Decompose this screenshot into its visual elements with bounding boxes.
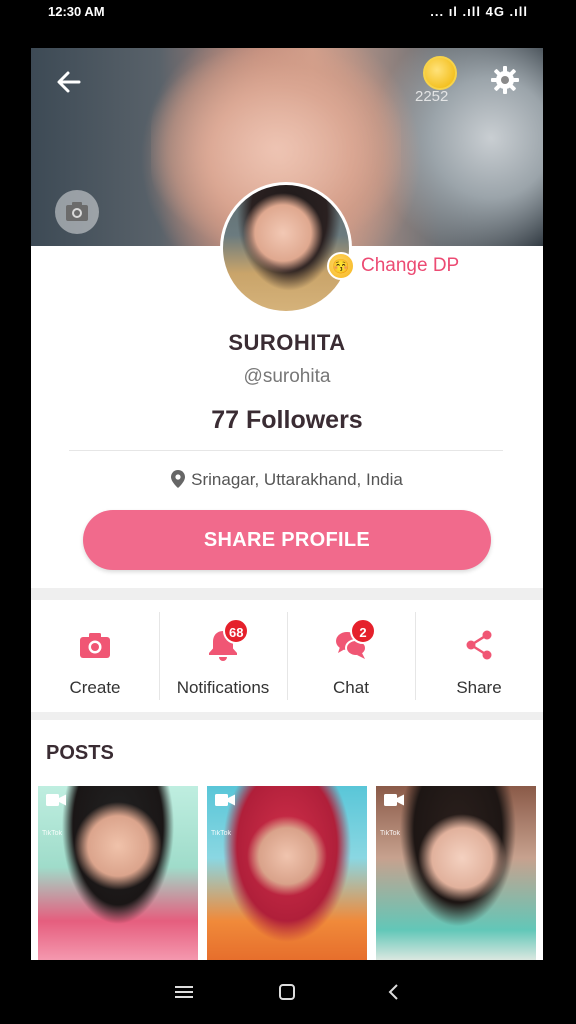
- camera-icon: [66, 202, 88, 221]
- tiktok-watermark: TikTok: [380, 830, 400, 837]
- kiss-emoji-icon: 😚: [327, 252, 355, 280]
- chat-label: Chat: [333, 678, 369, 697]
- post-thumbnail[interactable]: TikTok: [207, 786, 367, 960]
- settings-button[interactable]: [489, 64, 521, 96]
- tiktok-watermark: TikTok: [211, 830, 231, 837]
- change-cover-button[interactable]: [55, 190, 99, 234]
- change-dp-button[interactable]: 😚 Change DP: [327, 252, 459, 280]
- tiktok-watermark: TikTok: [42, 830, 62, 837]
- coin-count: 2252: [415, 88, 449, 105]
- coin-icon[interactable]: [423, 56, 457, 90]
- notifications-label: Notifications: [176, 678, 270, 697]
- posts-title: POSTS: [46, 742, 114, 764]
- location-text: Srinagar, Uttarakhand, India: [191, 470, 403, 489]
- post-thumbnail[interactable]: TikTok: [38, 786, 198, 960]
- notifications-button[interactable]: 68 Notifications: [159, 600, 287, 712]
- network-indicators: ... ıl .ıll 4G .ıll: [430, 4, 528, 19]
- video-icon: [384, 794, 404, 806]
- followers-count[interactable]: 77 Followers: [31, 406, 543, 435]
- chat-button[interactable]: 2 Chat: [287, 600, 415, 712]
- avatar[interactable]: [220, 182, 352, 314]
- video-icon: [215, 794, 235, 806]
- profile-location: Srinagar, Uttarakhand, India: [31, 470, 543, 490]
- location-pin-icon: [171, 470, 186, 488]
- status-bar: 12:30 AM ... ıl .ıll 4G .ıll: [0, 0, 576, 24]
- share-label: Share: [456, 678, 502, 697]
- profile-handle: @surohita: [243, 366, 331, 387]
- home-icon[interactable]: [275, 982, 299, 1002]
- create-label: Create: [69, 678, 121, 697]
- posts-section: POSTS TikTok TikTok TikTok: [31, 720, 543, 960]
- change-dp-label: Change DP: [361, 255, 460, 276]
- video-icon: [46, 794, 66, 806]
- gear-icon: [491, 66, 519, 94]
- profile-name: SUROHITA: [228, 330, 346, 355]
- avatar-image: [223, 185, 349, 311]
- camera-icon: [80, 633, 110, 658]
- menu-icon[interactable]: [172, 982, 196, 1002]
- share-icon: [466, 630, 492, 660]
- create-button[interactable]: Create: [31, 600, 159, 712]
- nav-back-icon[interactable]: [382, 982, 406, 1002]
- divider: [69, 450, 503, 451]
- action-bar: Create 68 Notifications 2 Chat Share: [31, 600, 543, 712]
- notifications-badge: 68: [223, 618, 250, 644]
- chat-badge: 2: [350, 618, 376, 644]
- system-nav-bar: [0, 960, 576, 1024]
- post-thumbnail[interactable]: TikTok: [376, 786, 536, 960]
- app-screen: 2252 😚 Change DP SUROHITA @surohita 77 F…: [31, 48, 543, 960]
- status-time: 12:30 AM: [48, 4, 105, 19]
- share-button[interactable]: Share: [415, 600, 543, 712]
- arrow-left-icon: [57, 71, 81, 93]
- back-button[interactable]: [53, 66, 85, 98]
- share-profile-button[interactable]: SHARE PROFILE: [83, 510, 491, 570]
